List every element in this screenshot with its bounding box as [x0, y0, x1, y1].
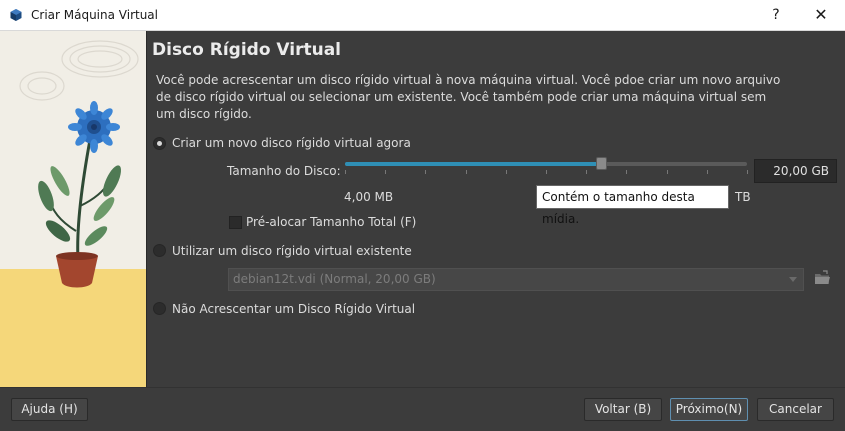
- radio-create-new-disk[interactable]: [153, 137, 166, 150]
- slider-tick: [506, 170, 507, 174]
- help-button[interactable]: Ajuda (H): [11, 398, 88, 421]
- preallocate-label[interactable]: Pré-alocar Tamanho Total (F): [246, 215, 416, 229]
- radio-use-existing-disk-label[interactable]: Utilizar um disco rígido virtual existen…: [172, 244, 412, 258]
- radio-no-disk-label[interactable]: Não Acrescentar um Disco Rígido Virtual: [172, 302, 415, 316]
- disk-size-slider-fill: [345, 162, 602, 166]
- slider-tick: [707, 170, 708, 174]
- radio-no-disk[interactable]: [153, 302, 166, 315]
- slider-tick: [747, 170, 748, 174]
- disk-size-max-label: TB: [735, 190, 751, 204]
- existing-disk-select-value: debian12t.vdi (Normal, 20,00 GB): [233, 272, 436, 286]
- close-button[interactable]: ✕: [810, 5, 832, 25]
- disk-size-slider-handle[interactable]: [596, 157, 607, 170]
- virtualbox-icon: [10, 9, 22, 21]
- folder-open-icon[interactable]: [813, 269, 832, 288]
- page-title: Disco Rígido Virtual: [152, 40, 342, 60]
- help-title-button[interactable]: ?: [766, 5, 786, 25]
- slider-tick: [466, 170, 467, 174]
- disk-size-label: Tamanho do Disco:: [227, 164, 341, 178]
- radio-create-new-disk-label[interactable]: Criar um novo disco rígido virtual agora: [172, 136, 411, 150]
- slider-tick: [546, 170, 547, 174]
- flower-pot-illustration: [0, 31, 146, 387]
- slider-tick: [667, 170, 668, 174]
- slider-tick: [345, 170, 346, 174]
- title-bar: Criar Máquina Virtual ? ✕: [0, 0, 845, 31]
- disk-size-slider[interactable]: [345, 157, 747, 170]
- chevron-down-icon: [789, 277, 797, 282]
- radio-use-existing-disk[interactable]: [153, 244, 166, 257]
- tooltip: Contém o tamanho desta mídia.: [536, 185, 729, 226]
- cancel-button[interactable]: Cancelar: [757, 398, 834, 421]
- back-button[interactable]: Voltar (B): [584, 398, 662, 421]
- existing-disk-select[interactable]: debian12t.vdi (Normal, 20,00 GB): [228, 268, 804, 291]
- preallocate-checkbox[interactable]: [229, 216, 242, 229]
- page-description: Você pode acrescentar um disco rígido vi…: [156, 73, 781, 121]
- slider-tick: [586, 170, 587, 174]
- wizard-illustration: [0, 31, 147, 387]
- slider-tick: [425, 170, 426, 174]
- next-button[interactable]: Próximo(N): [670, 398, 748, 421]
- slider-tick: [385, 170, 386, 174]
- slider-tick: [626, 170, 627, 174]
- disk-size-input[interactable]: 20,00 GB: [754, 159, 837, 183]
- window-title: Criar Máquina Virtual: [31, 8, 158, 22]
- disk-size-min-label: 4,00 MB: [344, 190, 394, 204]
